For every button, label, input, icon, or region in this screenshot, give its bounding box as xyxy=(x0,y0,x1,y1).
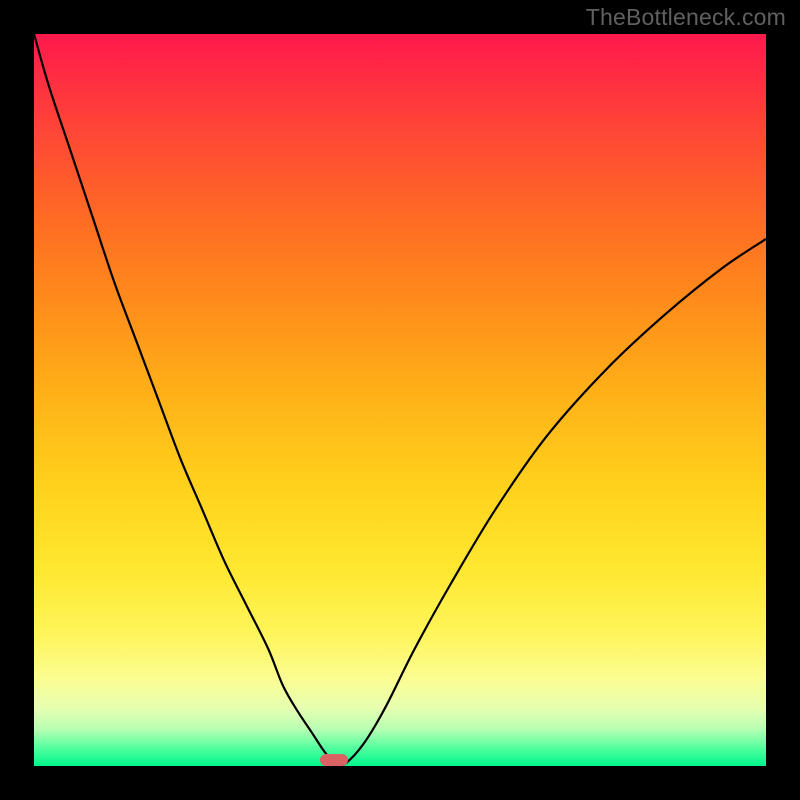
minimum-marker xyxy=(320,754,348,766)
watermark-label: TheBottleneck.com xyxy=(586,4,786,31)
chart-frame: TheBottleneck.com xyxy=(0,0,800,800)
curve-path xyxy=(34,34,766,765)
bottleneck-curve xyxy=(34,34,766,766)
plot-area xyxy=(34,34,766,766)
